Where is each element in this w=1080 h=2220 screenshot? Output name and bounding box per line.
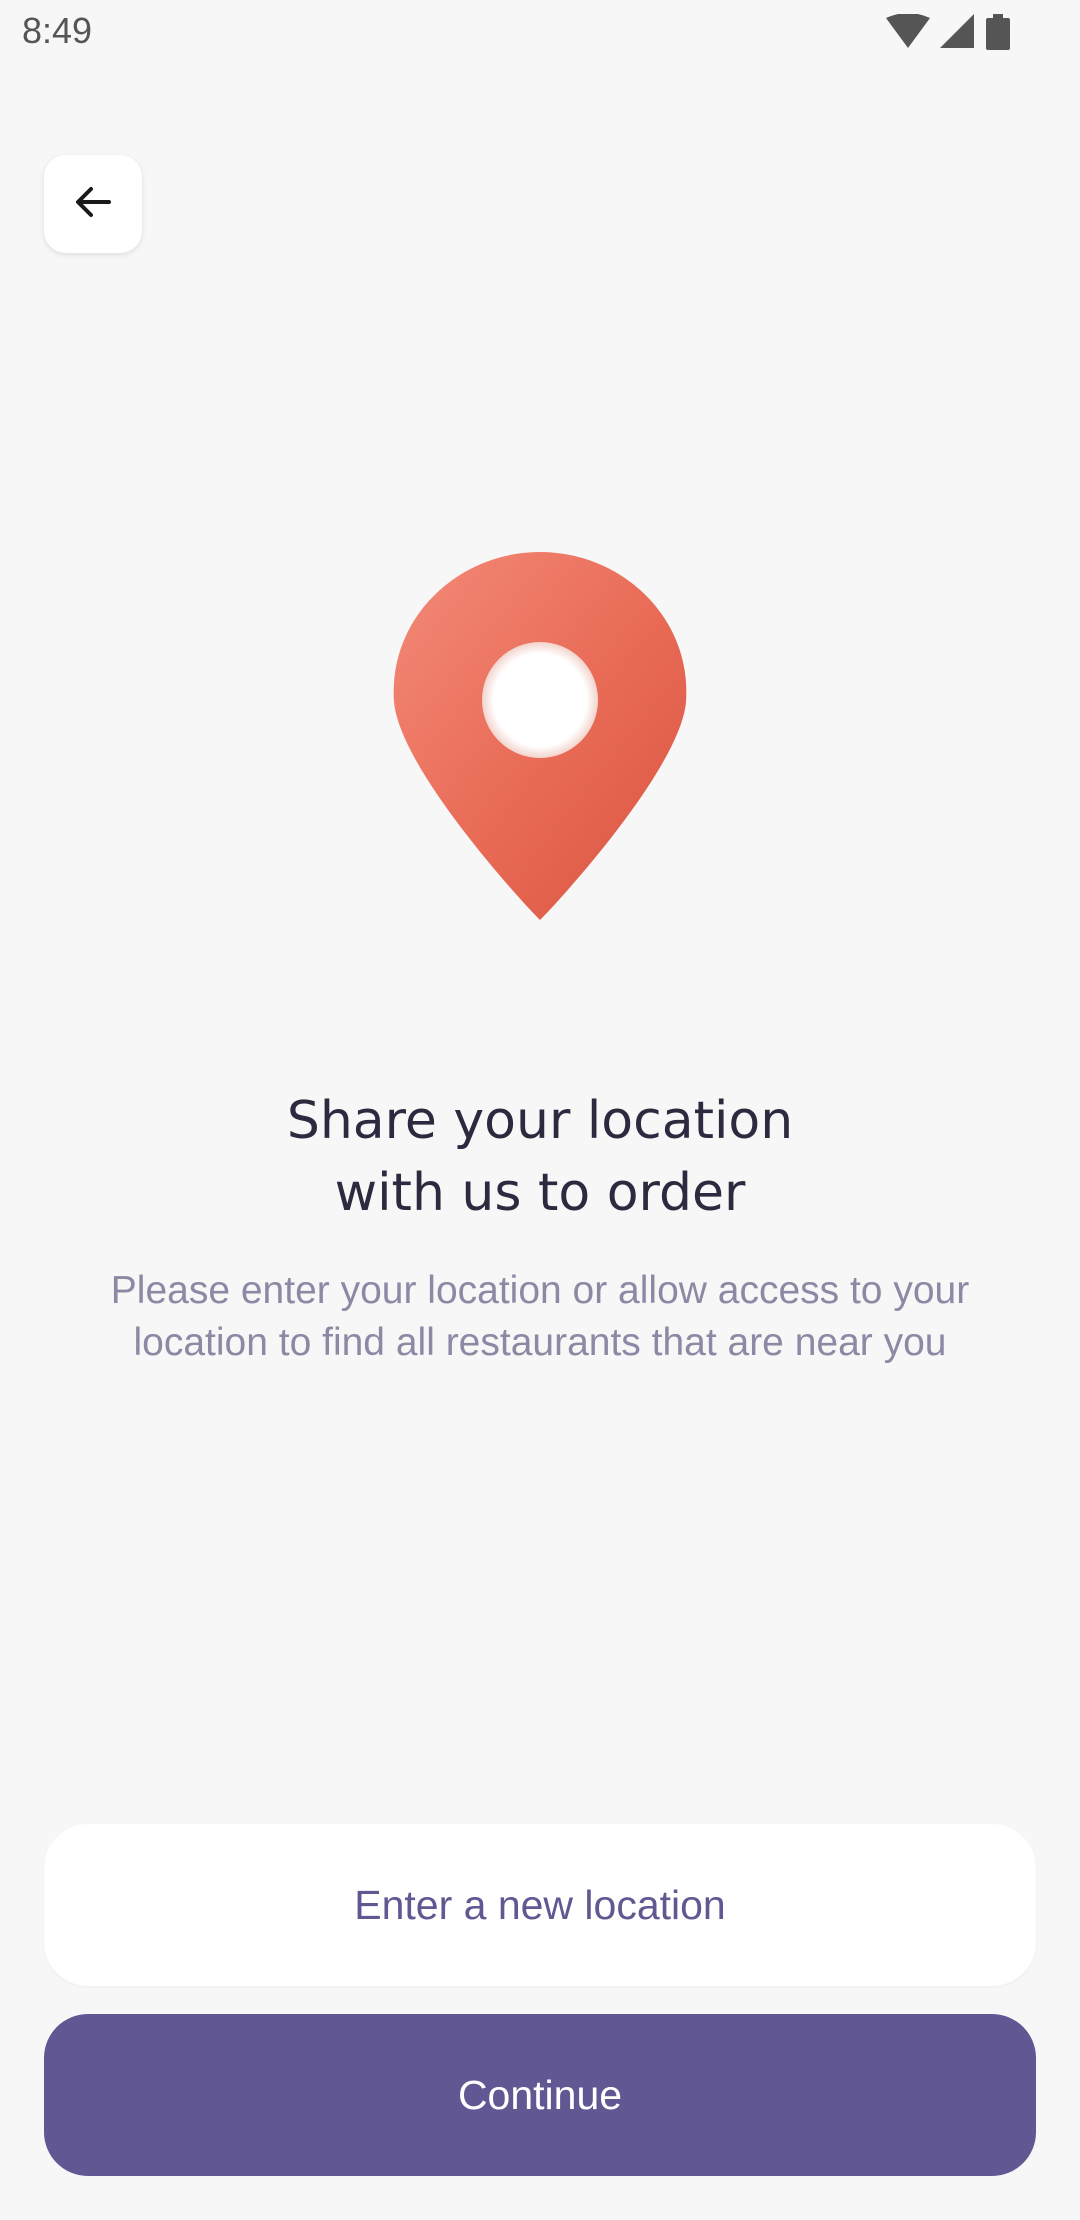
enter-new-location-label: Enter a new location (354, 1881, 726, 1928)
title-line-1: Share your location (286, 1091, 794, 1151)
location-pin-icon (388, 550, 692, 922)
page-title: Share your location with us to order (90, 1085, 990, 1229)
back-button[interactable] (44, 155, 142, 253)
status-bar: 8:49 (0, 0, 1080, 66)
cellular-signal-icon (940, 14, 976, 55)
status-time: 8:49 (22, 10, 93, 51)
enter-new-location-button[interactable]: Enter a new location (44, 1824, 1036, 1986)
description-text: Please enter your location or allow acce… (110, 1269, 970, 1364)
title-line-2: with us to order (334, 1163, 746, 1223)
continue-button[interactable]: Continue (44, 2014, 1036, 2176)
status-icons (886, 13, 1010, 55)
battery-icon (986, 14, 1010, 55)
wifi-icon (886, 13, 930, 55)
arrow-left-icon (71, 180, 115, 229)
continue-label: Continue (457, 2071, 623, 2118)
